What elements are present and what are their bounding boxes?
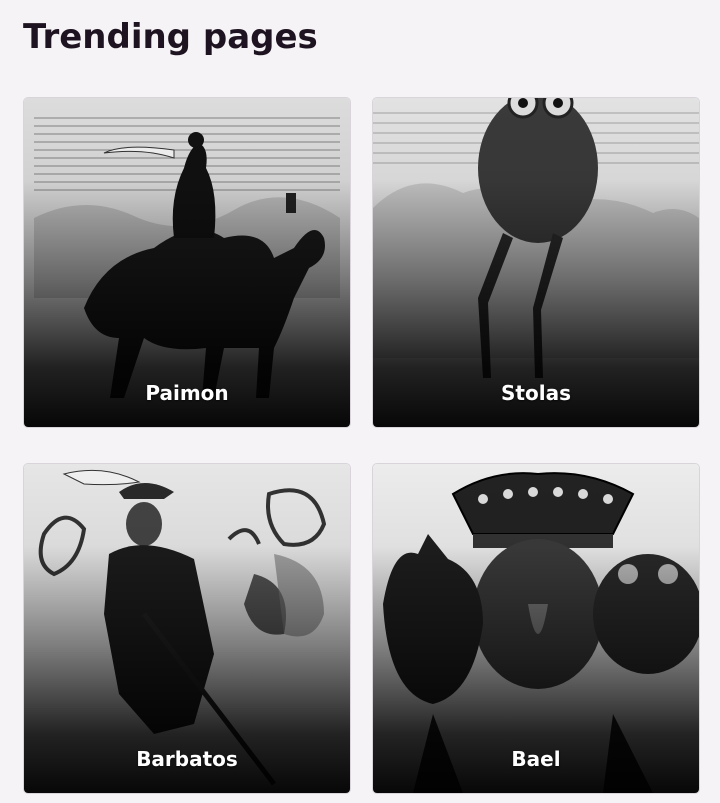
card-barbatos[interactable]: Barbatos <box>23 463 351 794</box>
three-heads-image <box>373 464 699 793</box>
section-title: Trending pages <box>23 17 318 57</box>
card-paimon[interactable]: Paimon <box>23 97 351 428</box>
camel-rider-image <box>24 98 350 427</box>
card-label-stolas: Stolas <box>501 381 571 405</box>
trending-pages-page: Trending pages Paimon Stolas Barbatos Ba… <box>0 0 720 803</box>
card-label-paimon: Paimon <box>145 381 229 405</box>
trending-grid: Paimon Stolas Barbatos Bael <box>23 97 700 794</box>
hunter-image <box>24 464 350 793</box>
card-label-bael: Bael <box>511 747 561 771</box>
card-bael[interactable]: Bael <box>372 463 700 794</box>
card-label-barbatos: Barbatos <box>136 747 238 771</box>
owl-image <box>373 98 699 427</box>
card-stolas[interactable]: Stolas <box>372 97 700 428</box>
